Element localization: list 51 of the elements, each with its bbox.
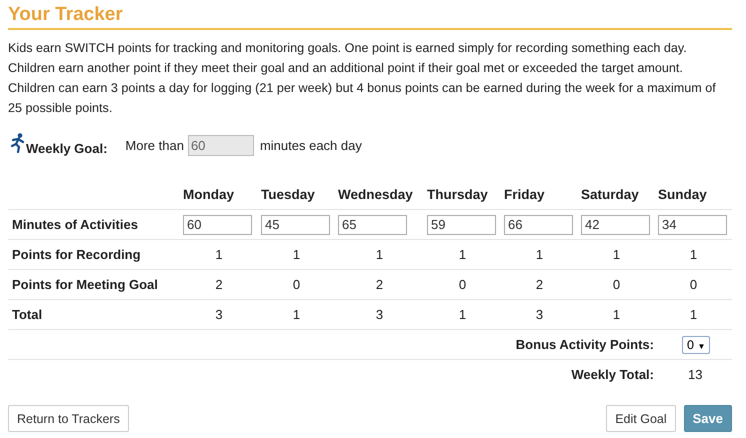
page-title: Your Tracker [8,4,732,30]
minutes-field[interactable]: 66 [504,214,573,234]
table-cell: 1 [458,247,466,262]
table-cell: 2 [215,277,223,292]
intro-paragraph: Kids earn SWITCH points for tracking and monitoring goals. One point is earned simply for recording something each day. Children earn another point if they meet their goal and an additional point if their goal met or exceeded the target amount. Children can earn 3 points a day for logging (21 per week) but 4 bonus points can be earned during the week for a maximum of 25 possible points. [8,40,717,117]
row-label: Total [8,299,180,329]
minutes-field[interactable]: 65 [338,214,407,234]
goal-label: Weekly Goal: [26,140,108,156]
table-cell: 3 [376,307,384,322]
edit-goal-button[interactable]: Edit Goal [606,405,676,432]
bonus-label: Bonus Activity Points: [516,337,654,352]
day-header: Friday [503,186,546,204]
day-header: Wednesday [337,186,414,204]
day-header: Thursday [426,186,489,204]
goal-prefix: More than [125,138,184,152]
runner-icon [10,133,26,153]
table-cell: 2 [536,277,544,292]
table-cell: 0 [612,277,620,292]
table-cell: 1 [536,247,544,262]
table-cell: 1 [292,307,300,322]
row-label: Minutes of Activities [8,209,180,239]
return-button[interactable]: Return to Trackers [8,405,129,432]
day-header: Sunday [657,186,708,204]
minutes-field[interactable]: 42 [581,214,650,234]
table-cell: 2 [376,277,384,292]
weekly-total-value: 13 [687,367,702,382]
weekly-total-label: Weekly Total: [571,367,654,382]
table-cell: 1 [690,247,698,262]
day-header: Monday [182,186,236,204]
table-cell: 0 [690,277,698,292]
table-cell: 3 [536,307,544,322]
table-cell: 1 [376,247,384,262]
table-cell: 0 [292,277,300,292]
minutes-field[interactable]: 60 [183,214,252,234]
minutes-field[interactable]: 59 [427,214,496,234]
table-cell: 1 [292,247,300,262]
goal-suffix: minutes each day [260,138,362,152]
minutes-field[interactable]: 45 [261,214,330,234]
row-label: Points for Meeting Goal [8,269,180,299]
bonus-dropdown[interactable]: 0 ▼ [682,336,710,354]
table-cell: 3 [215,307,223,322]
table-cell: 1 [690,307,698,322]
table-cell: 1 [612,307,620,322]
table-cell: 1 [612,247,620,262]
table-cell: 1 [215,247,223,262]
table-cell: 1 [458,307,466,322]
row-label: Points for Recording [8,239,180,269]
day-header: Tuesday [260,186,316,204]
minutes-field[interactable]: 34 [658,214,727,234]
day-header: Saturday [580,186,640,204]
table-cell: 0 [458,277,466,292]
